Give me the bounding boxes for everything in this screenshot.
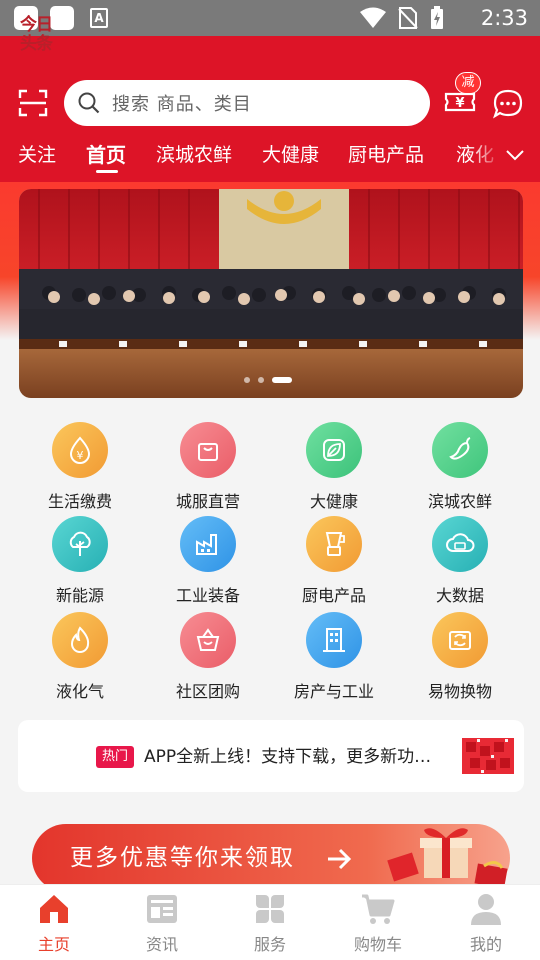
category-lpg[interactable]: 液化气 — [20, 612, 140, 702]
status-time: 2:33 — [480, 6, 528, 30]
category-label: 易物换物 — [427, 682, 492, 701]
flame-icon — [52, 612, 108, 668]
profile-icon — [471, 894, 501, 925]
category-label: 房产与工业 — [293, 682, 374, 701]
wifi-icon — [360, 7, 386, 28]
exchange-icon — [432, 612, 488, 668]
category-barter[interactable]: 易物换物 — [400, 612, 520, 702]
category-tabs: 关注 首页 滨城农鲜 大健康 厨电产品 液化 — [0, 138, 500, 178]
pepper-icon — [432, 422, 488, 478]
tree-icon — [52, 516, 108, 572]
factory-icon — [180, 516, 236, 572]
nav-profile[interactable]: 我的 — [432, 885, 540, 960]
category-big-data[interactable]: 大数据 — [400, 516, 520, 606]
search-input[interactable]: 搜索 商品、类目 — [64, 80, 430, 126]
category-label: 社区团购 — [175, 682, 240, 701]
category-label: 大数据 — [435, 586, 484, 605]
svg-text:¥: ¥ — [77, 449, 84, 462]
category-label: 新能源 — [55, 586, 104, 605]
tab-follow[interactable]: 关注 — [18, 138, 56, 172]
bottom-navigation: 主页 资讯 服务 购物车 我的 — [0, 884, 540, 960]
category-label: 工业装备 — [175, 586, 240, 605]
tabs-fade — [470, 138, 504, 178]
category-label: 大健康 — [309, 492, 358, 511]
search-placeholder: 搜索 商品、类目 — [112, 94, 252, 115]
search-icon — [78, 92, 100, 114]
toutiao-logo: 今日 头条 — [20, 16, 60, 56]
nav-label: 我的 — [469, 935, 502, 954]
category-living-payment[interactable]: ¥ 生活缴费 — [20, 422, 140, 512]
cube-decoration-icon — [462, 738, 514, 774]
promo-label: 更多优惠等你来领取 — [70, 845, 295, 871]
chevron-down-icon[interactable] — [504, 144, 526, 166]
arrow-right-icon — [328, 848, 352, 870]
banner-image — [19, 189, 523, 398]
coupon-badge: 减 — [455, 72, 481, 94]
battery-charging-icon — [431, 6, 443, 29]
leaf-icon — [306, 422, 362, 478]
nav-label: 资讯 — [145, 935, 178, 954]
scan-icon[interactable] — [18, 88, 48, 118]
category-label: 生活缴费 — [47, 492, 112, 511]
logo-line: 今日 — [20, 15, 53, 35]
category-industrial-equipment[interactable]: 工业装备 — [148, 516, 268, 606]
home-icon — [40, 895, 68, 923]
category-real-estate[interactable]: 房产与工业 — [274, 612, 394, 702]
category-label: 液化气 — [55, 682, 104, 701]
shopping-bag-icon — [180, 422, 236, 478]
nav-news[interactable]: 资讯 — [108, 885, 216, 960]
category-label: 厨电产品 — [301, 586, 366, 605]
yen-drop-icon: ¥ — [52, 422, 108, 478]
building-icon — [306, 612, 362, 668]
category-group-buy[interactable]: 社区团购 — [148, 612, 268, 702]
category-new-energy[interactable]: 新能源 — [20, 516, 140, 606]
logo-line: 头条 — [20, 34, 53, 54]
nav-label: 主页 — [37, 935, 70, 954]
notification-a-icon: A — [90, 8, 108, 28]
basket-icon — [180, 612, 236, 668]
nav-label: 服务 — [253, 935, 286, 954]
active-tab-indicator — [96, 170, 118, 173]
svg-text:¥: ¥ — [455, 96, 464, 111]
service-icon — [256, 895, 284, 923]
nav-cart[interactable]: 购物车 — [324, 885, 432, 960]
carousel-dot-active — [272, 377, 292, 383]
no-sim-icon — [398, 7, 418, 29]
cloud-data-icon — [432, 516, 488, 572]
nav-home[interactable]: 主页 — [0, 885, 108, 960]
nav-service[interactable]: 服务 — [216, 885, 324, 960]
carousel-dot — [244, 377, 250, 383]
category-bincheng-fresh[interactable]: 滨城农鲜 — [400, 422, 520, 512]
category-health[interactable]: 大健康 — [274, 422, 394, 512]
cart-icon — [362, 894, 395, 924]
tab-health[interactable]: 大健康 — [262, 138, 319, 172]
category-kitchen-appliances[interactable]: 厨电产品 — [274, 516, 394, 606]
hot-tag: 热门 — [96, 746, 135, 768]
category-city-direct[interactable]: 城服直营 — [148, 422, 268, 512]
tab-kitchen[interactable]: 厨电产品 — [348, 138, 424, 172]
tab-bincheng-fresh[interactable]: 滨城农鲜 — [156, 138, 232, 172]
carousel-indicator — [244, 377, 292, 383]
carousel-dot — [258, 377, 264, 383]
tab-home[interactable]: 首页 — [86, 138, 126, 172]
news-headline[interactable]: APP全新上线！支持下载，更多新功能等你来体验 — [144, 744, 434, 770]
category-label: 滨城农鲜 — [427, 492, 492, 511]
news-icon — [147, 895, 177, 923]
blender-icon — [306, 516, 362, 572]
nav-label: 购物车 — [353, 935, 402, 954]
status-bar: A 2:33 — [0, 0, 540, 36]
message-icon[interactable] — [492, 88, 524, 120]
banner-carousel[interactable] — [19, 189, 523, 398]
gift-box-icon — [387, 828, 508, 888]
category-label: 城服直营 — [175, 492, 240, 511]
